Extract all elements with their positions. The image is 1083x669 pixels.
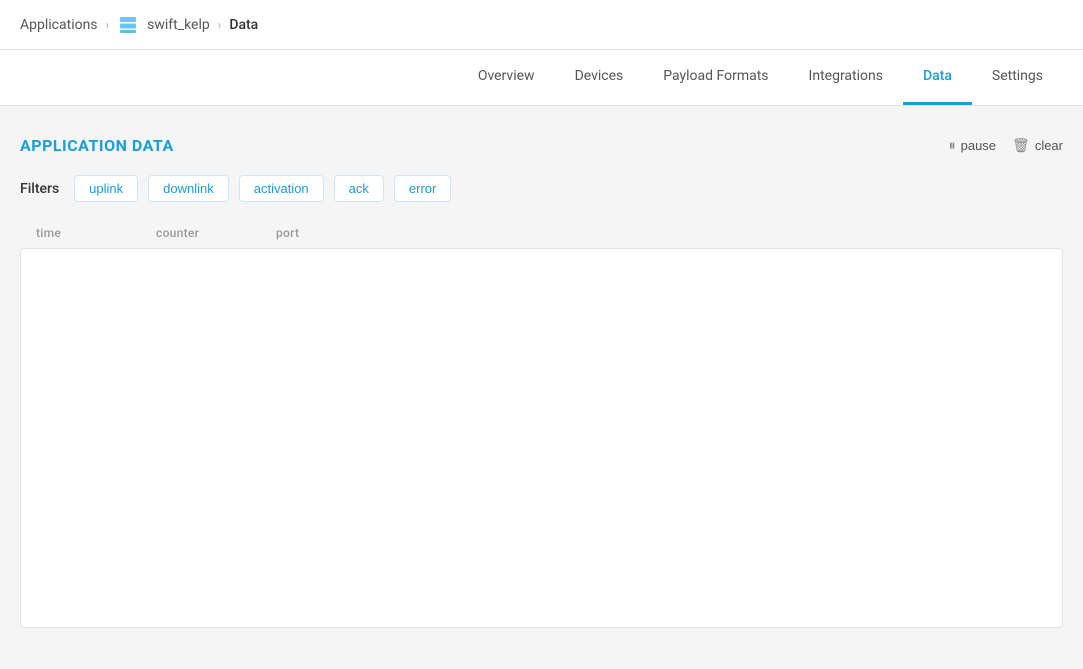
col-header-time: time — [36, 226, 116, 240]
filter-activation[interactable]: activation — [239, 175, 324, 202]
tab-payload-formats[interactable]: Payload Formats — [643, 50, 788, 105]
app-logo-icon — [117, 14, 139, 36]
tab-settings[interactable]: Settings — [972, 50, 1063, 105]
breadcrumb-applications[interactable]: Applications — [20, 17, 98, 33]
trash-icon: 🗑 — [1012, 137, 1030, 154]
filter-uplink[interactable]: uplink — [74, 175, 138, 202]
section-title: APPLICATION DATA — [20, 136, 174, 155]
breadcrumb-app-name[interactable]: swift_kelp — [147, 17, 210, 33]
breadcrumb-sep-1: › — [106, 18, 110, 32]
pause-icon: ⏸ — [949, 137, 956, 154]
filters-label: Filters — [20, 181, 59, 197]
tab-devices[interactable]: Devices — [555, 50, 644, 105]
pause-label: pause — [961, 138, 996, 153]
tab-data[interactable]: Data — [903, 50, 972, 105]
breadcrumb-sep-2: › — [218, 18, 222, 32]
tab-integrations[interactable]: Integrations — [789, 50, 903, 105]
clear-button[interactable]: 🗑 clear — [1012, 137, 1063, 154]
col-header-port: port — [276, 226, 336, 240]
filter-error[interactable]: error — [394, 175, 451, 202]
tab-overview[interactable]: Overview — [458, 50, 555, 105]
data-table-body — [20, 248, 1063, 628]
filter-downlink[interactable]: downlink — [148, 175, 229, 202]
table-header: time counter port — [20, 218, 1063, 248]
filters-row: Filters uplink downlink activation ack e… — [20, 175, 1063, 202]
filter-ack[interactable]: ack — [334, 175, 384, 202]
clear-label: clear — [1035, 138, 1063, 153]
col-header-counter: counter — [156, 226, 236, 240]
breadcrumb-data: Data — [229, 17, 258, 33]
header-actions: ⏸ pause 🗑 clear — [949, 137, 1063, 154]
tab-navigation: Overview Devices Payload Formats Integra… — [0, 50, 1083, 106]
pause-button[interactable]: ⏸ pause — [949, 137, 996, 154]
breadcrumb-bar: Applications › swift_kelp › Data — [0, 0, 1083, 50]
main-content: APPLICATION DATA ⏸ pause 🗑 clear Filters… — [0, 106, 1083, 658]
section-header: APPLICATION DATA ⏸ pause 🗑 clear — [20, 136, 1063, 155]
